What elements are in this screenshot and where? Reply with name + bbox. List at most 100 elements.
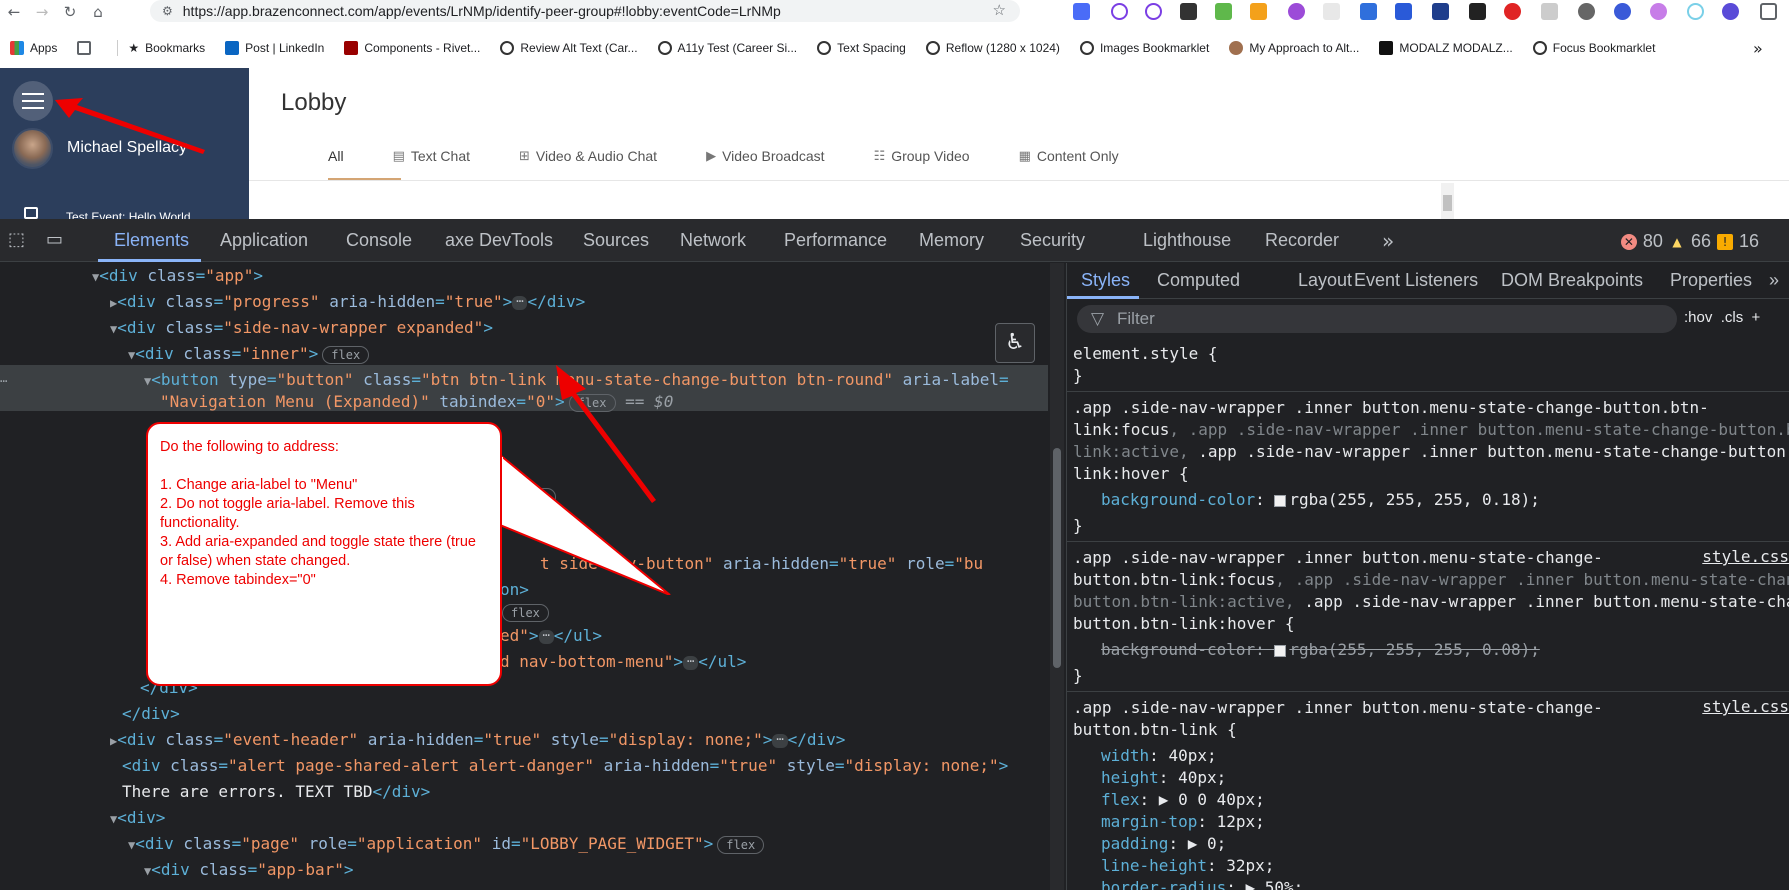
tab-memory[interactable]: Memory — [919, 230, 984, 251]
extension-icon[interactable] — [1323, 3, 1340, 20]
tab-event-listeners-label[interactable]: Event Listeners — [1354, 270, 1478, 291]
color-swatch[interactable] — [1274, 644, 1287, 657]
dom-node[interactable]: ▼<div class="inner"> flex — [128, 343, 370, 365]
tab-console[interactable]: Console — [346, 230, 412, 251]
style-rule[interactable]: .app .side-nav-wrapper .inner button.men… — [1073, 397, 1709, 419]
dom-node[interactable]: on> — [500, 579, 529, 601]
tab-recorder[interactable]: Recorder — [1265, 230, 1339, 251]
dom-node[interactable]: ▼<div class="app"> — [92, 265, 263, 287]
scrollbar-thumb[interactable] — [1443, 195, 1452, 211]
dom-node[interactable]: ▶<div class="event-header" aria-hidden="… — [110, 729, 845, 751]
dom-node[interactable]: <div class="alert page-shared-alert aler… — [122, 755, 1008, 777]
extension-icon[interactable] — [1722, 3, 1739, 20]
extension-icon[interactable] — [1614, 3, 1631, 20]
extension-icon[interactable] — [1541, 3, 1558, 20]
dom-node[interactable]: ▼<div class="app-bar"> — [144, 859, 354, 881]
bookmark-images[interactable]: Images Bookmarklet — [1079, 41, 1209, 55]
extension-icon[interactable] — [1215, 3, 1232, 20]
tab-performance[interactable]: Performance — [784, 230, 887, 251]
cls-toggle[interactable]: .cls — [1721, 309, 1744, 326]
bookmark-text-spacing[interactable]: Text Spacing — [817, 41, 906, 55]
extension-icon[interactable] — [1145, 3, 1162, 20]
style-rule[interactable]: button.btn-link:active, .app .side-nav-w… — [1073, 591, 1789, 613]
page-scrollbar[interactable] — [1441, 183, 1454, 219]
styles-filter-input[interactable]: ▽ Filter — [1077, 305, 1677, 333]
extensions-puzzle-icon[interactable] — [1760, 3, 1777, 20]
style-rule[interactable]: link:hover { — [1073, 463, 1189, 485]
tab-layout[interactable]: Layout — [1298, 270, 1352, 291]
bookmark-linkedin[interactable]: Post | LinkedIn — [225, 41, 324, 55]
bookmark-review-alt[interactable]: Review Alt Text (Car... — [500, 41, 638, 55]
style-declaration[interactable]: background-color: rgba(255, 255, 255, 0.… — [1101, 639, 1540, 661]
tab-group-video[interactable]: ☷ Group Video — [874, 148, 970, 164]
extension-icon[interactable] — [1073, 3, 1090, 20]
dom-node[interactable]: There are errors. TEXT TBD</div> — [122, 781, 430, 803]
bookmark-folder[interactable] — [77, 41, 97, 55]
style-declaration[interactable]: flex: ▶ 0 0 40px; — [1101, 789, 1265, 811]
bookmark-modalz[interactable]: MODALZ MODALZ... — [1379, 41, 1513, 55]
bookmark-reflow[interactable]: Reflow (1280 x 1024) — [925, 41, 1060, 55]
inspect-element-icon[interactable]: ⬚ — [8, 229, 25, 250]
home-icon[interactable]: ⌂ — [84, 0, 112, 24]
tab-application[interactable]: Application — [220, 230, 308, 251]
url-bar[interactable]: ⚙ https://app.brazenconnect.com/app/even… — [150, 0, 1020, 22]
extension-icon[interactable] — [1650, 3, 1667, 20]
extension-icon[interactable] — [1687, 3, 1704, 20]
dom-node[interactable]: d nav-bottom-menu"> ⋯ </ul> — [500, 651, 746, 673]
tab-properties[interactable]: Properties — [1670, 270, 1752, 291]
extension-icon[interactable] — [1469, 3, 1486, 20]
extension-icon[interactable] — [1250, 3, 1267, 20]
style-rule[interactable]: button.btn-link { — [1073, 719, 1237, 741]
bookmark-apps[interactable]: Apps — [10, 41, 57, 55]
style-rule[interactable]: button.btn-link:focus, .app .side-nav-wr… — [1073, 569, 1789, 591]
dom-node[interactable]: ▼<div class="side-nav-wrapper expanded"> — [110, 317, 493, 339]
bookmark-bookmarks[interactable]: ★ Bookmarks — [128, 41, 205, 55]
tab-computed[interactable]: Computed — [1157, 270, 1240, 291]
style-source-link[interactable]: style.css — [1702, 697, 1789, 716]
more-tabs-icon[interactable]: » — [1769, 270, 1779, 291]
dom-node[interactable]: </div> — [122, 703, 180, 725]
style-declaration[interactable]: width: 40px; — [1101, 745, 1217, 767]
dom-node[interactable]: ▼<div> — [110, 807, 165, 829]
style-rule[interactable]: element.style { — [1073, 343, 1218, 365]
issue-counts[interactable]: ✕ 80 ▲ 66 ! 16 — [1620, 231, 1759, 252]
dom-node[interactable]: flex — [505, 485, 556, 507]
bookmark-my-approach[interactable]: My Approach to Alt... — [1229, 41, 1359, 55]
dom-node-selected[interactable]: "Navigation Menu (Expanded)" tabindex="0… — [160, 391, 673, 413]
reload-icon[interactable]: ↻ — [56, 0, 84, 24]
accessibility-tree-icon[interactable]: ♿ — [995, 323, 1035, 363]
bookmark-focus[interactable]: Focus Bookmarklet — [1532, 41, 1655, 55]
tab-sources[interactable]: Sources — [583, 230, 649, 251]
new-rule-icon[interactable]: + — [1752, 309, 1761, 326]
style-rule[interactable]: .app .side-nav-wrapper .inner button.men… — [1073, 547, 1603, 569]
tab-dom-breakpoints[interactable]: DOM Breakpoints — [1501, 270, 1643, 291]
style-declaration[interactable]: line-height: 32px; — [1101, 855, 1274, 877]
extension-icon[interactable] — [1578, 3, 1595, 20]
style-declaration[interactable]: border-radius: ▶ 50%; — [1101, 877, 1303, 890]
dom-node-more[interactable]: ⋯ — [0, 369, 7, 391]
tab-all[interactable]: All — [328, 148, 344, 164]
hov-toggle[interactable]: :hov — [1684, 309, 1712, 326]
style-rule[interactable]: .app .side-nav-wrapper .inner button.men… — [1073, 697, 1603, 719]
bookmark-star-icon[interactable]: ☆ — [993, 1, 1006, 19]
tab-content-only[interactable]: ▦ Content Only — [1019, 148, 1119, 164]
tab-network[interactable]: Network — [680, 230, 746, 251]
dom-node[interactable]: t side-nav-button" aria-hidden="true" ro… — [540, 553, 983, 575]
dom-node[interactable]: ed"> ⋯ </ul> — [500, 625, 602, 647]
dom-node[interactable]: flex — [498, 601, 549, 623]
style-source-link[interactable]: style.css — [1702, 547, 1789, 566]
style-declaration[interactable]: padding: ▶ 0; — [1101, 833, 1226, 855]
style-rule[interactable]: button.btn-link:hover { — [1073, 613, 1295, 635]
bookmark-a11y-test[interactable]: A11y Test (Career Si... — [657, 41, 797, 55]
style-declaration[interactable]: height: 40px; — [1101, 767, 1226, 789]
tab-styles[interactable]: Styles — [1081, 270, 1130, 291]
style-declaration[interactable]: background-color: rgba(255, 255, 255, 0.… — [1101, 489, 1540, 511]
site-info-icon[interactable]: ⚙ — [162, 4, 173, 18]
dom-node-selected[interactable]: ▼<button type="button" class="btn btn-li… — [144, 369, 1009, 391]
extension-icon[interactable] — [1360, 3, 1377, 20]
avatar[interactable] — [12, 128, 53, 169]
tab-text-chat[interactable]: ▤ Text Chat — [393, 148, 470, 164]
back-icon[interactable]: ← — [0, 0, 28, 24]
dom-node[interactable]: ▶<div class="progress" aria-hidden="true… — [110, 291, 585, 313]
tab-lighthouse[interactable]: Lighthouse — [1143, 230, 1231, 251]
